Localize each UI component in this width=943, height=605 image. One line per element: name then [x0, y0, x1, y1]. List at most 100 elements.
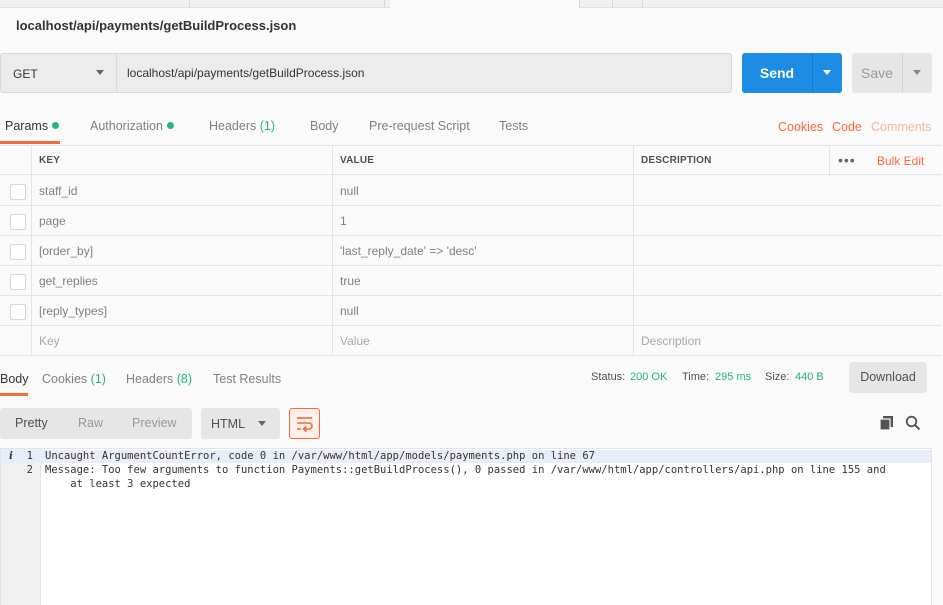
tab-authorization[interactable]: Authorization — [90, 119, 174, 133]
param-value[interactable]: 1 — [332, 206, 633, 236]
code-line-wrapped: at least 3 expected — [1, 478, 931, 491]
param-description[interactable] — [633, 236, 942, 266]
tab-headers-count: (1) — [259, 119, 276, 133]
send-button[interactable]: Send — [742, 53, 812, 93]
copy-icon[interactable] — [879, 415, 895, 431]
param-row: [order_by] 'last_reply_date' => 'desc' — [0, 236, 942, 266]
search-icon[interactable] — [905, 415, 921, 431]
tab-tests[interactable]: Tests — [499, 119, 528, 133]
code-link[interactable]: Code — [832, 120, 862, 134]
param-description[interactable] — [633, 296, 942, 326]
chevron-down-icon — [823, 70, 831, 75]
active-tab-indicator — [0, 141, 60, 144]
param-description[interactable] — [633, 206, 942, 236]
format-select[interactable]: HTML — [201, 408, 280, 439]
more-options-icon[interactable]: ••• — [838, 146, 856, 176]
response-tab-headers[interactable]: Headers (8) — [126, 372, 192, 386]
tab-params-label: Params — [5, 119, 49, 133]
send-dropdown-button[interactable] — [812, 53, 842, 93]
window-tab[interactable] — [580, 0, 613, 8]
column-header-value: VALUE — [332, 146, 633, 176]
param-key[interactable]: staff_id — [31, 176, 332, 206]
tab-body[interactable]: Body — [310, 119, 339, 133]
active-dot-icon — [52, 122, 60, 129]
view-mode-group: Pretty Raw Preview — [0, 408, 192, 439]
save-button[interactable]: Save — [852, 53, 902, 93]
param-key[interactable]: [order_by] — [31, 236, 332, 266]
response-tab-headers-label: Headers — [126, 372, 174, 386]
param-checkbox[interactable] — [10, 214, 26, 230]
bulk-edit-button[interactable]: Bulk Edit — [877, 146, 924, 176]
param-value[interactable]: true — [332, 266, 633, 296]
pretty-button[interactable]: Pretty — [15, 408, 48, 439]
param-value[interactable]: 'last_reply_date' => 'desc' — [332, 236, 633, 266]
line-number: 1 — [26, 450, 33, 462]
size-label: Size: — [765, 371, 790, 383]
size-value: 440 B — [795, 371, 824, 383]
param-value[interactable]: null — [332, 296, 633, 326]
method-label: GET — [13, 67, 38, 81]
param-row: [reply_types] null — [0, 296, 942, 326]
tab-headers[interactable]: Headers (1) — [209, 119, 275, 133]
url-input[interactable] — [117, 53, 732, 93]
chevron-down-icon — [913, 70, 921, 75]
line-number: 2 — [26, 464, 33, 476]
param-row: page 1 — [0, 206, 942, 236]
response-tab-headers-count: (8) — [176, 372, 193, 386]
param-row: get_replies true — [0, 266, 942, 296]
param-key[interactable]: get_replies — [31, 266, 332, 296]
time-value: 295 ms — [715, 371, 752, 383]
active-response-tab-indicator — [0, 393, 28, 396]
window-tab-strip — [0, 0, 943, 8]
code-text: Uncaught ArgumentCountError, code 0 in /… — [45, 450, 595, 462]
chevron-down-icon — [96, 70, 104, 75]
response-body-viewer[interactable]: i 1 Uncaught ArgumentCountError, code 0 … — [0, 448, 932, 605]
window-tab-active[interactable] — [390, 0, 580, 8]
active-dot-icon — [166, 122, 174, 129]
new-description-input[interactable]: Description — [633, 326, 942, 356]
response-tab-cookies-label: Cookies — [42, 372, 88, 386]
tab-authorization-label: Authorization — [90, 119, 163, 133]
param-checkbox[interactable] — [10, 304, 26, 320]
code-line: i 1 Uncaught ArgumentCountError, code 0 … — [1, 450, 931, 463]
code-text: at least 3 expected — [45, 478, 191, 490]
wrap-lines-button[interactable] — [289, 408, 320, 439]
param-description[interactable] — [633, 176, 942, 206]
tab-pre-request-script[interactable]: Pre-request Script — [369, 119, 470, 133]
method-select[interactable]: GET — [0, 53, 117, 93]
param-checkbox[interactable] — [10, 184, 26, 200]
download-button[interactable]: Download — [849, 362, 927, 393]
comments-link[interactable]: Comments — [871, 120, 931, 134]
response-tab-body[interactable]: Body — [0, 372, 29, 386]
response-tab-test-results[interactable]: Test Results — [213, 372, 281, 386]
new-value-input[interactable]: Value — [332, 326, 633, 356]
wrap-lines-icon — [297, 417, 313, 433]
column-header-description: DESCRIPTION — [633, 146, 829, 176]
params-header-row: KEY VALUE DESCRIPTION ••• Bulk Edit — [0, 145, 942, 176]
preview-button[interactable]: Preview — [132, 408, 176, 439]
tab-params[interactable]: Params — [5, 119, 60, 133]
param-checkbox[interactable] — [10, 244, 26, 260]
status-value: 200 OK — [630, 371, 668, 383]
param-key[interactable]: [reply_types] — [31, 296, 332, 326]
param-value[interactable]: null — [332, 176, 633, 206]
param-key[interactable]: page — [31, 206, 332, 236]
column-header-key: KEY — [31, 146, 332, 176]
response-tab-cookies[interactable]: Cookies (1) — [42, 372, 106, 386]
window-tab[interactable] — [190, 0, 385, 8]
request-title: localhost/api/payments/getBuildProcess.j… — [16, 18, 297, 33]
param-new-row: Key Value Description — [0, 326, 942, 356]
param-checkbox[interactable] — [10, 274, 26, 290]
response-tab-cookies-count: (1) — [90, 372, 106, 386]
param-description[interactable] — [633, 266, 942, 296]
code-line: 2 Message: Too few arguments to function… — [1, 464, 931, 477]
save-dropdown-button[interactable] — [902, 53, 932, 93]
window-tab[interactable] — [613, 0, 643, 8]
tab-headers-label: Headers — [209, 119, 257, 133]
window-tab[interactable] — [0, 0, 190, 8]
time-label: Time: — [682, 371, 710, 383]
raw-button[interactable]: Raw — [78, 408, 103, 439]
code-text: Message: Too few arguments to function P… — [45, 464, 886, 476]
cookies-link[interactable]: Cookies — [778, 120, 823, 134]
new-key-input[interactable]: Key — [31, 326, 332, 356]
